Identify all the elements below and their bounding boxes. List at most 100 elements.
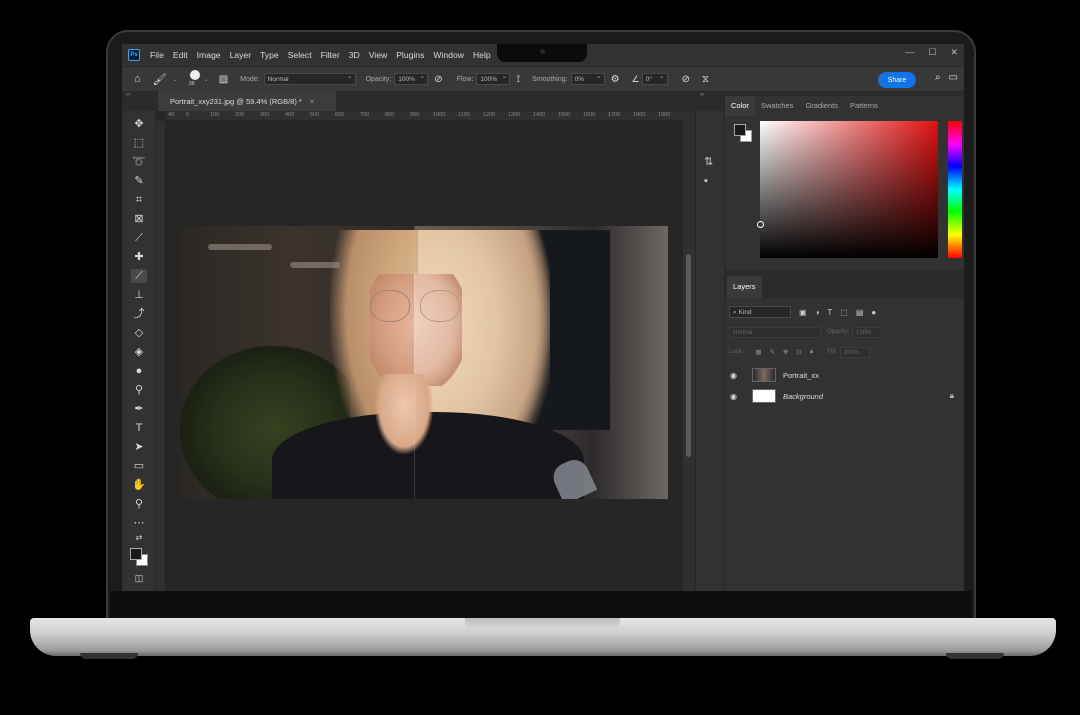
healing-brush-tool-icon[interactable]: ✚ [131,250,147,264]
brush-preset-picker[interactable]: 36 [188,69,204,89]
swap-colors-icon[interactable]: ⇄ [131,531,147,545]
layer-row-portrait[interactable]: ◉ Portrait_xx [725,365,964,385]
collapse-panels-icon[interactable]: ›› [700,92,704,98]
lock-all-icon[interactable]: 🔒︎ [810,348,813,356]
quick-mask-icon[interactable]: ◫ [131,571,147,585]
history-brush-tool-icon[interactable]: ⤴ [131,307,147,321]
paint-bucket-tool-icon[interactable]: ◈ [131,345,147,359]
kind-filter-select[interactable]: ⌕ Kind [729,306,791,318]
move-tool-icon[interactable]: ✥ [131,117,147,131]
pen-tool-icon[interactable]: ✒ [131,402,147,416]
zoom-tool-icon[interactable]: ⚲ [131,497,147,511]
gear-icon[interactable]: ⚙ [611,74,620,85]
tab-color[interactable]: Color [725,96,755,116]
airbrush-icon[interactable]: ⟟ [516,74,520,85]
menu-image[interactable]: Image [197,50,221,60]
eyedropper-tool-icon[interactable]: ⟋ [131,231,147,245]
saturation-value-picker[interactable] [760,121,938,258]
marquee-tool-icon[interactable]: ⬚ [131,136,147,150]
lasso-tool-icon[interactable]: ➰ [131,155,147,169]
menu-plugins[interactable]: Plugins [396,50,424,60]
menu-select[interactable]: Select [288,50,312,60]
close-tab-icon[interactable]: × [310,97,314,106]
menu-3d[interactable]: 3D [349,50,360,60]
color-picker-handle[interactable] [757,221,764,228]
blend-mode-select[interactable]: Normal [729,326,821,338]
menu-edit[interactable]: Edit [173,50,188,60]
brush-tool-icon[interactable]: ⟋ [131,269,147,283]
blur-tool-icon[interactable]: ● [131,364,147,378]
frame-tool-icon[interactable]: ⊠ [131,212,147,226]
menu-layer[interactable]: Layer [230,50,252,60]
layer-name[interactable]: Portrait_xx [783,371,819,380]
foreground-color-swatch[interactable] [130,548,142,560]
more-tools-icon[interactable]: ⋯ [131,516,147,530]
collapse-toolbar-icon[interactable]: ‹‹ [126,92,130,98]
fill-field[interactable]: 100% [839,346,870,358]
photoshop-window: Ps File Edit Image Layer Type Select Fil… [122,44,964,591]
document-tab[interactable]: Portrait_xxy231.jpg @ 59.4% (RGB/8) * × [158,91,336,111]
smart-object-filter-icon[interactable]: ▤ [856,308,864,317]
pressure-size-icon[interactable]: ⊘ [682,74,690,85]
lock-position-icon[interactable]: ✥ [783,348,788,356]
adjustments-icon[interactable]: ⇅ [704,155,713,168]
photo-hand [375,374,433,454]
menu-help[interactable]: Help [473,50,491,60]
lock-artboard-icon[interactable]: ⊡ [796,348,801,356]
mode-select[interactable]: Normal [263,71,356,85]
maximize-button[interactable]: ☐ [928,47,936,58]
pressure-opacity-icon[interactable]: ⊘ [434,74,442,85]
menu-type[interactable]: Type [260,50,279,60]
object-select-tool-icon[interactable]: ✎ [131,174,147,188]
hue-slider[interactable] [948,121,962,258]
filter-toggle-icon[interactable]: ● [871,308,876,317]
chevron-down-icon[interactable]: ⌄ [204,76,209,83]
smoothing-field[interactable]: 0% [570,71,605,85]
hand-tool-icon[interactable]: ✋ [131,478,147,492]
chevron-down-icon[interactable]: ⌄ [173,76,178,83]
panel-color-swatches[interactable] [733,123,755,145]
tab-layers[interactable]: Layers [727,276,762,298]
path-selection-tool-icon[interactable]: ➤ [131,440,147,454]
menu-file[interactable]: File [150,50,164,60]
pixel-filter-icon[interactable]: ▣ [799,308,807,317]
foreground-background-swatches[interactable] [128,547,150,567]
search-icon[interactable]: ⌕ [935,72,941,83]
home-icon[interactable]: ⌂ [134,73,141,85]
shape-filter-icon[interactable]: ⬚ [840,308,848,317]
close-window-button[interactable]: ✕ [950,47,958,58]
foreground-color-swatch[interactable] [734,124,746,136]
brush-settings-icon[interactable]: ▨ [219,74,228,85]
symmetry-icon[interactable]: ⧖ [702,74,709,85]
share-button[interactable]: Share [878,72,916,88]
layer-name[interactable]: Background [783,392,823,401]
type-tool-icon[interactable]: T [131,421,147,435]
type-filter-icon[interactable]: T [827,308,832,317]
menu-filter[interactable]: Filter [321,50,340,60]
menu-view[interactable]: View [369,50,387,60]
angle-field[interactable]: 0° [641,71,668,85]
comments-icon[interactable]: ▪ [704,175,708,187]
clone-stamp-tool-icon[interactable]: ⊥ [131,288,147,302]
eraser-tool-icon[interactable]: ◇ [131,326,147,340]
crop-tool-icon[interactable]: ⌗ [131,193,147,207]
brush-tool-icon[interactable]: 🖌︎ [153,73,167,86]
tab-swatches[interactable]: Swatches [755,96,800,116]
dodge-tool-icon[interactable]: ⚲ [131,383,147,397]
rectangle-tool-icon[interactable]: ▭ [131,459,147,473]
menu-window[interactable]: Window [433,50,464,60]
tab-gradients[interactable]: Gradients [799,96,844,116]
opacity-field[interactable]: 100% [394,71,429,85]
eye-icon[interactable]: ◉ [730,392,748,401]
minimize-button[interactable]: — [905,47,914,58]
workspace-icon[interactable]: ▭ [949,72,958,83]
eye-icon[interactable]: ◉ [730,371,748,380]
layer-row-background[interactable]: ◉ Background 🔒︎ [725,386,964,406]
lock-image-icon[interactable]: ✎ [770,348,775,356]
flow-field[interactable]: 100% [476,71,511,85]
adjustment-filter-icon[interactable]: ◑ [815,308,820,317]
lock-transparent-icon[interactable]: ▦ [755,348,761,356]
tab-patterns[interactable]: Patterns [844,96,884,116]
layer-opacity-field[interactable]: 100% [852,326,883,338]
scrollbar-thumb[interactable] [686,254,691,457]
